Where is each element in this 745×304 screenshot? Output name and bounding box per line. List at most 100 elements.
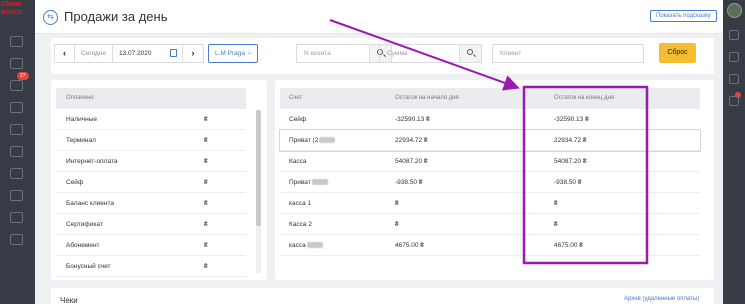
search-icon xyxy=(467,49,474,55)
amount-search-button[interactable] xyxy=(459,45,481,62)
paid-method-label: Интернет-оплата xyxy=(66,158,118,165)
table-row[interactable]: Приват -938.50 ₴ -938.50 ₴ xyxy=(280,172,700,193)
paid-amount: ₴ xyxy=(204,137,208,144)
paid-method-label: Баланс клиента xyxy=(66,200,114,207)
document-icon[interactable] xyxy=(10,124,23,135)
plus-icon[interactable] xyxy=(729,30,739,40)
date-field[interactable]: 13.07.2020 xyxy=(113,45,183,62)
logo[interactable]: Clever BOXES xyxy=(1,1,35,17)
table-row[interactable]: касса 4675.00 ₴ 4675.00 ₴ xyxy=(280,235,700,256)
end-balance: ₴ xyxy=(554,200,558,207)
account-name-text: Касса 2 xyxy=(289,221,312,228)
users-icon[interactable] xyxy=(10,102,23,113)
account-name: касса xyxy=(289,242,323,249)
table-row[interactable]: Приват (2 22934.72 ₴ 22934.72 ₴ xyxy=(280,130,700,151)
col-start-balance: Остаток на начало дня xyxy=(395,95,459,101)
account-name-text: Приват (2 xyxy=(289,137,319,144)
account-name: Касса 2 xyxy=(289,221,312,228)
table-row: Баланс клиента ₴ xyxy=(56,193,246,214)
table-row: Абонемент ₴ xyxy=(56,235,246,256)
account-name-text: Касса xyxy=(289,158,307,165)
phone-icon[interactable] xyxy=(729,74,739,84)
prev-day-button[interactable]: ‹ xyxy=(55,45,75,62)
cash-icon[interactable] xyxy=(10,168,23,179)
table-row: Наличные ₴ xyxy=(56,109,246,130)
account-name: Приват (2 xyxy=(289,137,336,144)
next-day-button[interactable]: › xyxy=(183,45,203,62)
table-row[interactable]: Касса 54087.20 ₴ 54087.20 ₴ xyxy=(280,151,700,172)
accounts-table-header: Счет Остаток на начало дня Остаток на ко… xyxy=(280,88,700,109)
end-balance: -938.50 ₴ xyxy=(554,179,582,186)
table-row: Сертификат ₴ xyxy=(56,214,246,235)
end-balance: -32590.13 ₴ xyxy=(554,116,589,123)
bell-icon[interactable] xyxy=(729,96,739,106)
left-sidebar: Clever BOXES 27 xyxy=(0,0,35,304)
paid-amount: ₴ xyxy=(204,263,208,270)
archive-link[interactable]: Архив (удаленные оплаты) xyxy=(624,296,699,302)
location-select[interactable]: L.M Praga ⌄ xyxy=(208,44,258,63)
paid-method-label: Сейф xyxy=(66,179,84,186)
account-name-text: Сейф xyxy=(289,116,307,123)
settings-icon[interactable] xyxy=(10,234,23,245)
account-name: Сейф xyxy=(289,116,306,123)
account-name: касса 1 xyxy=(289,200,311,207)
chevron-down-icon: ⌄ xyxy=(246,50,252,56)
paid-method-label: Бонусный счет xyxy=(66,263,111,270)
location-value: L.M Praga xyxy=(215,50,245,57)
page-title: Продажи за день xyxy=(64,9,168,24)
date-navigator: ‹ Сегодня 13.07.2020 › xyxy=(54,44,204,63)
table-row[interactable]: Касса 2 ₴ ₴ xyxy=(280,214,700,235)
logo-line1: Clever xyxy=(1,1,23,8)
wallet-icon[interactable] xyxy=(10,212,23,223)
amount-input[interactable]: Сумма xyxy=(380,45,459,62)
account-name-text: касса xyxy=(289,242,306,249)
reset-button[interactable]: Сброс xyxy=(659,43,696,63)
calendar-icon[interactable] xyxy=(170,49,177,57)
paid-amount: ₴ xyxy=(204,200,208,207)
right-sidebar xyxy=(723,0,745,304)
logo-line2: BOXES xyxy=(1,10,23,16)
calendar-icon[interactable] xyxy=(10,58,23,69)
table-row[interactable]: Сейф -32590.13 ₴ -32590.13 ₴ xyxy=(280,109,700,130)
end-balance: 4675.00 ₴ xyxy=(554,242,583,249)
show-hint-button[interactable]: Показать подсказку xyxy=(650,10,717,22)
paid-amount: ₴ xyxy=(204,242,208,249)
paid-table-header: Оплачено xyxy=(56,88,246,109)
end-balance: ₴ xyxy=(554,221,558,228)
client-input[interactable]: Клиент xyxy=(492,44,644,63)
user-avatar[interactable] xyxy=(727,3,742,18)
table-row[interactable]: касса 1 ₴ ₴ xyxy=(280,193,700,214)
paid-method-label: Абонемент xyxy=(66,242,100,249)
paid-method-label: Терминал xyxy=(66,137,96,144)
clipboard-icon[interactable] xyxy=(10,146,23,157)
visit-search: N визита xyxy=(296,44,392,63)
scrollbar[interactable] xyxy=(256,110,261,273)
paid-amount: ₴ xyxy=(204,221,208,228)
list-icon[interactable] xyxy=(10,80,23,91)
table-row: Интернет-оплата ₴ xyxy=(56,151,246,172)
today-button[interactable]: Сегодня xyxy=(75,45,113,62)
visit-number-input[interactable]: N визита xyxy=(297,45,369,62)
filter-bar: ‹ Сегодня 13.07.2020 › L.M Praga ⌄ N виз… xyxy=(51,38,714,74)
accounts-panel: Счет Остаток на начало дня Остаток на ко… xyxy=(275,80,714,280)
end-balance: 22934.72 ₴ xyxy=(554,137,587,144)
amount-search: Сумма xyxy=(379,44,482,63)
start-balance: 22934.72 ₴ xyxy=(395,137,428,144)
page-header: ⇆ Продажи за день Показать подсказку xyxy=(35,0,723,34)
paid-method-label: Наличные xyxy=(66,116,97,123)
scrollbar-thumb[interactable] xyxy=(256,110,261,226)
table-row: Сейф ₴ xyxy=(56,172,246,193)
chart-icon[interactable] xyxy=(10,36,23,47)
start-balance: -32590.13 ₴ xyxy=(395,116,430,123)
back-icon[interactable]: ⇆ xyxy=(43,10,58,25)
paid-header-label: Оплачено xyxy=(66,95,94,101)
box-icon[interactable] xyxy=(10,190,23,201)
date-value: 13.07.2020 xyxy=(119,50,152,57)
receipts-title: Чеки xyxy=(60,296,78,304)
col-account: Счет xyxy=(289,95,303,101)
redacted-text xyxy=(311,179,328,186)
receipts-panel: Чеки Архив (удаленные оплаты) xyxy=(51,288,714,304)
redacted-text xyxy=(319,137,336,144)
mail-icon[interactable] xyxy=(729,52,739,62)
paid-amount: ₴ xyxy=(204,116,208,123)
